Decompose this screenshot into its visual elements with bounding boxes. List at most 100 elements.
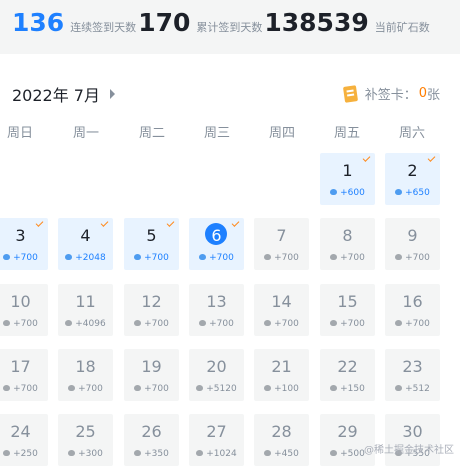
day-number: 6 bbox=[211, 226, 222, 245]
calendar-day-cell[interactable]: 14 +700 bbox=[254, 284, 309, 336]
day-number: 5 bbox=[146, 226, 157, 245]
day-ore-reward: +700 bbox=[385, 253, 440, 263]
calendar-day-cell[interactable]: 24 +250 bbox=[0, 414, 48, 466]
calendar-day-cell[interactable]: 10 +700 bbox=[0, 284, 48, 336]
ore-amount: +700 bbox=[340, 319, 365, 329]
day-ore-reward: +450 bbox=[254, 449, 309, 459]
day-number: 21 bbox=[271, 357, 292, 376]
day-ore-reward: +700 bbox=[0, 253, 48, 263]
day-number: 20 bbox=[206, 357, 227, 376]
ore-icon bbox=[264, 253, 272, 260]
ore-icon bbox=[134, 384, 142, 391]
ore-amount: +600 bbox=[340, 188, 365, 198]
weekday-4: 周四 bbox=[268, 126, 295, 141]
ore-amount: +700 bbox=[13, 319, 38, 329]
calendar-day-cell[interactable]: 16 +700 bbox=[385, 284, 440, 336]
day-ore-reward: +5120 bbox=[189, 384, 244, 394]
supplement-card[interactable]: 补签卡： 0 张 bbox=[342, 84, 440, 103]
day-number: 4 bbox=[80, 226, 91, 245]
calendar-day-cell[interactable]: 15 +700 bbox=[320, 284, 375, 336]
watermark: @稀土掘金技术社区 bbox=[364, 445, 454, 456]
ore-icon bbox=[395, 319, 403, 326]
supplement-card-icon bbox=[342, 84, 358, 103]
calendar-day-cell[interactable]: 3 +700 bbox=[0, 218, 48, 270]
calendar-day-cell[interactable]: 26 +350 bbox=[124, 414, 179, 466]
day-ore-reward: +700 bbox=[189, 253, 244, 263]
day-ore-reward: +100 bbox=[254, 384, 309, 394]
ore-amount: +250 bbox=[13, 449, 38, 459]
ore-icon bbox=[196, 384, 204, 391]
month-selector: 2022年 7月 bbox=[12, 82, 115, 106]
calendar-day-cell[interactable]: 9 +700 bbox=[385, 218, 440, 270]
weekday-3: 周三 bbox=[203, 126, 230, 141]
ore-amount: +700 bbox=[78, 384, 103, 394]
day-ore-reward: +700 bbox=[254, 319, 309, 329]
day-ore-reward: +700 bbox=[0, 319, 48, 329]
calendar-day-cell[interactable]: 4 +2048 bbox=[58, 218, 113, 270]
day-ore-reward: +4096 bbox=[58, 319, 113, 329]
calendar-day-cell[interactable]: 20 +5120 bbox=[189, 349, 244, 401]
calendar-day-cell[interactable]: 2 +650 bbox=[385, 153, 440, 205]
day-number: 26 bbox=[141, 422, 162, 441]
calendar-day-cell[interactable]: 6 +700 bbox=[189, 218, 244, 270]
supplement-card-unit: 张 bbox=[426, 88, 440, 103]
ore-icon bbox=[395, 253, 403, 260]
calendar-day-cell[interactable]: 22 +150 bbox=[320, 349, 375, 401]
ore-amount: +700 bbox=[405, 319, 430, 329]
day-ore-reward: +700 bbox=[320, 253, 375, 263]
day-ore-reward: +250 bbox=[0, 449, 48, 459]
day-number: 24 bbox=[10, 422, 31, 441]
day-ore-reward: +700 bbox=[0, 384, 48, 394]
day-ore-reward: +700 bbox=[320, 319, 375, 329]
calendar-day-cell[interactable]: 28 +450 bbox=[254, 414, 309, 466]
day-ore-reward: +350 bbox=[124, 449, 179, 459]
day-number: 22 bbox=[337, 357, 358, 376]
calendar-day-cell[interactable]: 25 +300 bbox=[58, 414, 113, 466]
ore-icon bbox=[264, 384, 272, 391]
calendar-day-cell[interactable]: 23 +512 bbox=[385, 349, 440, 401]
ore-icon bbox=[330, 188, 338, 195]
consecutive-days-label: 连续签到天数 bbox=[70, 21, 137, 34]
calendar-day-cell[interactable]: 19 +700 bbox=[124, 349, 179, 401]
day-number: 16 bbox=[402, 292, 423, 311]
ore-icon bbox=[134, 449, 142, 456]
consecutive-days-count: 136 bbox=[12, 8, 65, 37]
ore-amount: +700 bbox=[274, 319, 299, 329]
day-number: 13 bbox=[206, 292, 227, 311]
calendar-day-cell[interactable]: 11 +4096 bbox=[58, 284, 113, 336]
calendar-day-cell[interactable]: 21 +100 bbox=[254, 349, 309, 401]
calendar-day-cell[interactable]: 18 +700 bbox=[58, 349, 113, 401]
calendar-day-cell[interactable]: 5 +700 bbox=[124, 218, 179, 270]
calendar-day-cell[interactable]: 17 +700 bbox=[0, 349, 48, 401]
ore-amount: +700 bbox=[405, 253, 430, 263]
sign-stats-bar: 136 连续签到天数 170 累计签到天数 138539 当前矿石数 bbox=[0, 0, 460, 54]
ore-amount: +350 bbox=[144, 449, 169, 459]
day-ore-reward: +700 bbox=[124, 384, 179, 394]
calendar-day-cell[interactable]: 30 +550 bbox=[385, 414, 440, 466]
ore-icon bbox=[134, 253, 142, 260]
ore-amount: +700 bbox=[13, 384, 38, 394]
calendar-day-cell[interactable]: 13 +700 bbox=[189, 284, 244, 336]
calendar-day-cell[interactable]: 8 +700 bbox=[320, 218, 375, 270]
calendar-day-cell[interactable]: 1 +600 bbox=[320, 153, 375, 205]
next-month-arrow-icon[interactable] bbox=[110, 89, 115, 99]
calendar-day-cell[interactable]: 29 +500 bbox=[320, 414, 375, 466]
day-ore-reward: +700 bbox=[58, 384, 113, 394]
supplement-card-count: 0 bbox=[418, 86, 427, 101]
ore-icon bbox=[68, 384, 76, 391]
weekday-1: 周一 bbox=[72, 126, 99, 141]
ore-icon bbox=[3, 449, 11, 456]
day-number: 7 bbox=[276, 226, 287, 245]
calendar-day-cell[interactable]: 7 +700 bbox=[254, 218, 309, 270]
ore-icon bbox=[330, 319, 338, 326]
day-number: 3 bbox=[15, 226, 26, 245]
ore-icon bbox=[3, 384, 11, 391]
weekday-5: 周五 bbox=[333, 126, 360, 141]
current-month: 2022年 7月 bbox=[12, 86, 100, 105]
day-number: 23 bbox=[402, 357, 423, 376]
calendar-day-cell[interactable]: 12 +700 bbox=[124, 284, 179, 336]
calendar-day-cell[interactable]: 27 +1024 bbox=[189, 414, 244, 466]
ore-count: 138539 bbox=[264, 8, 369, 37]
ore-icon bbox=[65, 253, 73, 260]
day-number: 11 bbox=[75, 292, 96, 311]
